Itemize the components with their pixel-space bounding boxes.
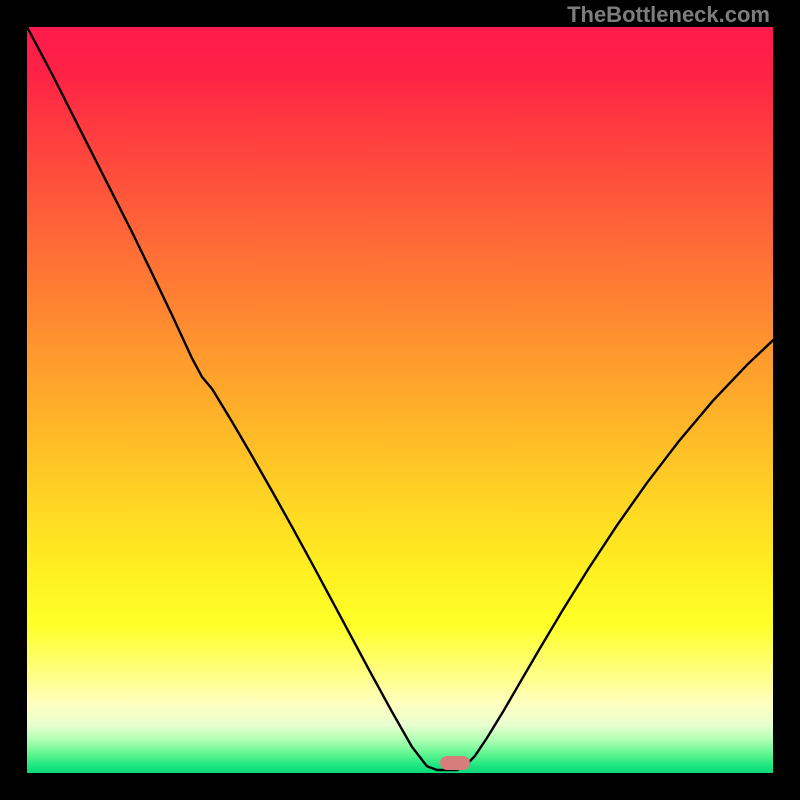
attribution-text: TheBottleneck.com [567, 2, 770, 28]
bottleneck-curve [27, 27, 773, 773]
optimal-marker [440, 756, 470, 770]
chart-frame: TheBottleneck.com [0, 0, 800, 800]
plot-area [27, 27, 773, 773]
